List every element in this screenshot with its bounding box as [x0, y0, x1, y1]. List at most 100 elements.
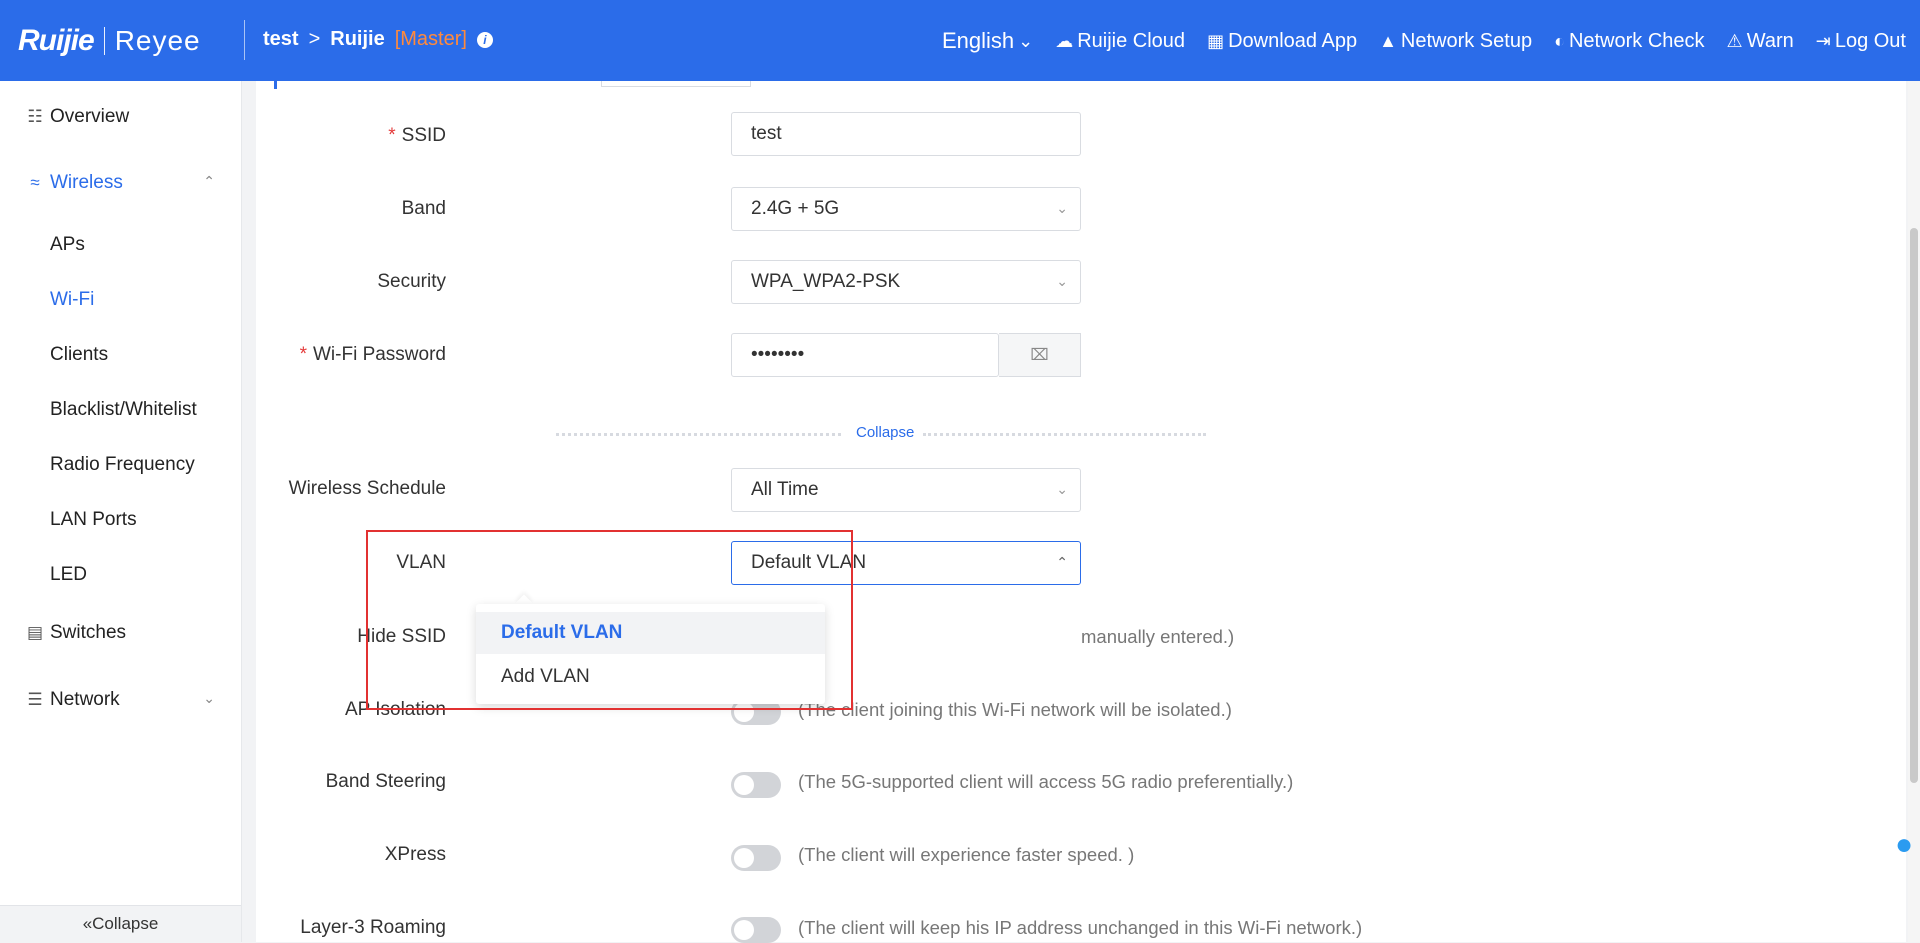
chevron-down-icon[interactable]: ⌄: [203, 690, 215, 707]
ruijie-cloud-label: Ruijie Cloud: [1077, 29, 1186, 52]
highlight-box: [366, 530, 853, 710]
divider-line-right: [923, 433, 1206, 436]
band-steering-label: Band Steering: [325, 771, 446, 792]
xpress-label: XPress: [384, 844, 446, 865]
chevron-up-icon[interactable]: ⌃: [203, 173, 215, 190]
sidebar-subitem-clients[interactable]: Clients: [50, 344, 108, 366]
sidebar-item-label: Wireless: [50, 172, 123, 193]
band-value: 2.4G + 5G: [751, 198, 840, 219]
wireless-schedule-value: All Time: [751, 479, 819, 500]
sidebar-item-switches[interactable]: ▤ Switches: [26, 622, 126, 644]
collapse-label: Collapse: [92, 914, 159, 933]
collapse-link[interactable]: Collapse: [850, 424, 921, 441]
reyee-logo: Reyee: [114, 25, 201, 56]
sidebar-subitem-led[interactable]: LED: [50, 564, 87, 586]
sidebar-collapse-button[interactable]: « Collapse: [0, 905, 241, 942]
sidebar: ☷ Overview ≈ Wireless ⌃ APs Wi-Fi Client…: [0, 81, 242, 942]
wireless-schedule-select[interactable]: All Time ⌄: [731, 468, 1081, 512]
required-marker: *: [299, 344, 307, 365]
logout-link[interactable]: ⇥ Log Out: [1816, 30, 1906, 53]
breadcrumb-separator: >: [308, 28, 321, 50]
ap-isolation-description: (The client joining this Wi-Fi network w…: [798, 699, 1232, 720]
band-select[interactable]: 2.4G + 5G ⌄: [731, 187, 1081, 231]
sidebar-subitem-lan-ports[interactable]: LAN Ports: [50, 509, 137, 531]
chevron-down-icon: ⌄: [1056, 273, 1068, 289]
top-bar: Ruijie Reyee test > Ruijie [Master] i En…: [0, 0, 1920, 81]
cloud-icon: ☁: [1055, 30, 1074, 51]
xpress-description: (The client will experience faster speed…: [798, 844, 1135, 865]
partial-indicator: [274, 81, 277, 89]
eye-closed-icon[interactable]: ⌧: [999, 333, 1081, 377]
topology-icon: ☷: [27, 107, 43, 126]
sidebar-item-wireless[interactable]: ≈ Wireless: [26, 172, 216, 194]
sidebar-item-label: Network: [50, 689, 120, 710]
wifi-password-value: ••••••••: [751, 344, 805, 365]
security-value: WPA_WPA2-PSK: [751, 271, 901, 292]
project-name[interactable]: test: [263, 28, 299, 51]
ssid-value: test: [751, 123, 782, 144]
sidebar-subitem-wifi[interactable]: Wi-Fi: [50, 289, 94, 311]
main-content: * SSID test Band 2.4G + 5G ⌄ Security WPA_…: [256, 81, 1906, 943]
layer3-roaming-toggle[interactable]: [731, 917, 781, 943]
hide-ssid-description: manually entered.): [1081, 626, 1235, 647]
security-label: Security: [377, 271, 446, 292]
alarm-icon: ⚠: [1726, 30, 1743, 51]
role-badge: [Master]: [394, 28, 467, 50]
chevron-up-icon: ⌃: [1056, 554, 1068, 570]
language-selector[interactable]: English ⌄: [942, 28, 1033, 54]
language-label: English: [941, 28, 1015, 53]
sidebar-item-label: Overview: [50, 106, 130, 127]
ssid-input[interactable]: test: [731, 112, 1081, 156]
top-nav: English ⌄ ☁ Ruijie Cloud ▦ Download App …: [942, 28, 1906, 54]
scrollbar-thumb[interactable]: [1910, 228, 1918, 783]
double-chevron-left-icon: «: [82, 914, 93, 933]
wifi-password-label-text: Wi-Fi Password: [312, 344, 446, 365]
partial-field-top: [601, 81, 751, 87]
wireless-schedule-label: Wireless Schedule: [288, 478, 446, 499]
network-setup-link[interactable]: ▲ Network Setup: [1379, 30, 1532, 53]
rocket-icon: ▲: [1379, 30, 1397, 51]
band-steering-description: (The 5G-supported client will access 5G …: [798, 771, 1294, 792]
warn-label: Warn: [1746, 29, 1794, 52]
switch-icon: ▤: [26, 623, 44, 642]
network-icon: ☰: [27, 690, 43, 709]
download-app-label: Download App: [1228, 29, 1358, 52]
sidebar-item-network[interactable]: ☰ Network: [26, 689, 120, 711]
sidebar-subitem-radio-frequency[interactable]: Radio Frequency: [50, 454, 195, 476]
xpress-toggle[interactable]: [731, 845, 781, 871]
assistant-robot-icon[interactable]: ●: [1895, 828, 1920, 888]
chevron-down-icon: ⌄: [1018, 30, 1034, 51]
sidebar-subitem-blacklist-whitelist[interactable]: Blacklist/Whitelist: [50, 399, 197, 421]
download-app-link[interactable]: ▦ Download App: [1207, 30, 1357, 53]
wifi-password-label: * Wi-Fi Password: [300, 344, 446, 366]
info-icon[interactable]: i: [476, 31, 493, 48]
qr-code-icon: ▦: [1207, 30, 1225, 51]
advanced-collapse-divider: Collapse: [556, 424, 1206, 444]
header-divider: [244, 20, 245, 60]
required-marker: *: [388, 125, 396, 146]
layer3-roaming-description: (The client will keep his IP address unc…: [798, 917, 1363, 938]
device-name: Ruijie: [330, 28, 385, 50]
band-label: Band: [401, 198, 446, 219]
sidebar-subitem-aps[interactable]: APs: [50, 234, 85, 256]
logo-separator: [103, 27, 105, 55]
logout-icon: ⇥: [1815, 30, 1831, 51]
sidebar-item-label: Switches: [50, 622, 127, 643]
sidebar-item-overview[interactable]: ☷ Overview: [26, 106, 129, 128]
network-check-link[interactable]: ◐ Network Check: [1554, 30, 1704, 53]
wifi-icon: ≈: [30, 173, 40, 192]
band-steering-toggle[interactable]: [731, 772, 781, 798]
layer3-roaming-label: Layer-3 Roaming: [300, 917, 446, 938]
warn-link[interactable]: ⚠ Warn: [1727, 30, 1794, 53]
logout-label: Log Out: [1834, 29, 1906, 52]
brand-logo: Ruijie Reyee: [18, 24, 201, 58]
wifi-password-input[interactable]: ••••••••: [731, 333, 999, 377]
chevron-down-icon: ⌄: [1056, 481, 1068, 497]
breadcrumb: test > Ruijie [Master] i: [263, 28, 493, 51]
ruijie-cloud-link[interactable]: ☁ Ruijie Cloud: [1055, 30, 1185, 53]
ssid-label-text: SSID: [401, 125, 446, 146]
security-select[interactable]: WPA_WPA2-PSK ⌄: [731, 260, 1081, 304]
ruijie-logo: Ruijie: [18, 24, 95, 57]
ssid-label: * SSID: [388, 125, 446, 147]
divider-line-left: [556, 433, 841, 436]
